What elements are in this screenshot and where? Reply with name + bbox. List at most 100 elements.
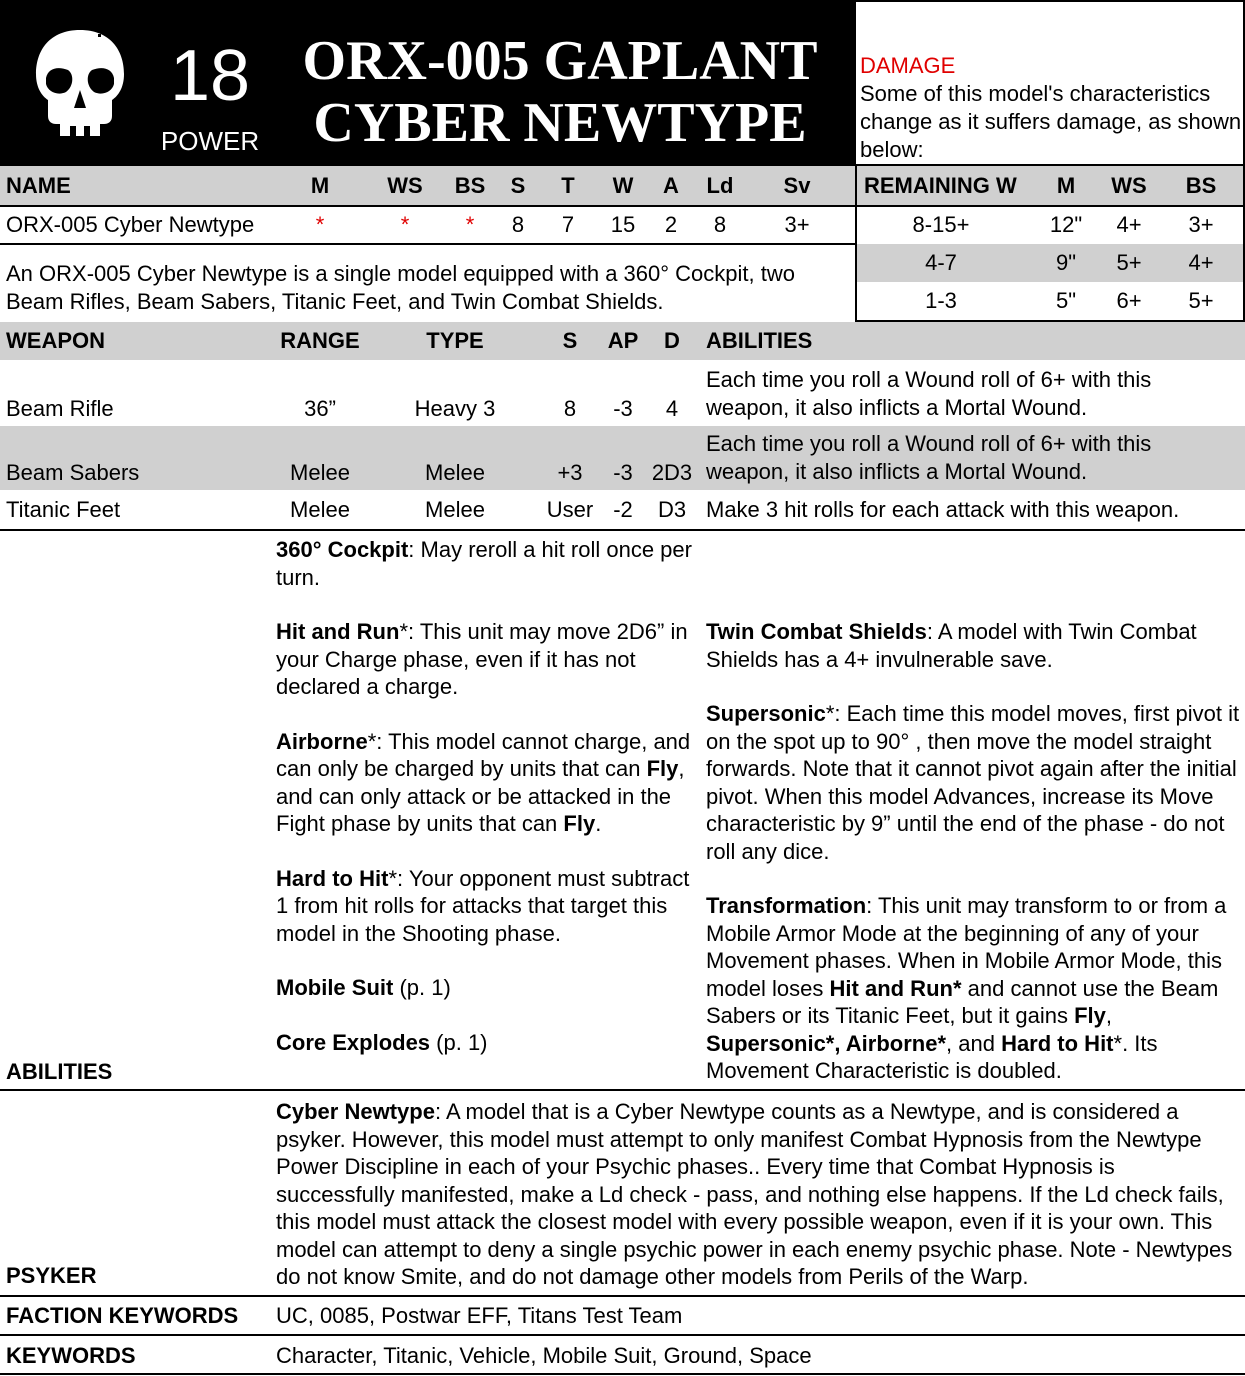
stats-header-name: NAME [6, 173, 71, 198]
weapon-range: 36” [304, 396, 336, 421]
title-line-2: CYBER NEWTYPE [313, 92, 807, 154]
divider [0, 529, 1245, 531]
weapon-header-row: WEAPON RANGE TYPE S AP D ABILITIES [0, 322, 1245, 360]
damage-remaining: 1-3 [925, 288, 957, 313]
ability-mobile-suit: Mobile Suit (p. 1) [276, 974, 696, 1002]
damage-header-ws: WS [1111, 173, 1147, 198]
stats-header-bs: BS [454, 173, 486, 198]
ability-transformation: Transformation: This unit may transform … [706, 892, 1240, 1085]
keyword-fly: Fly [563, 811, 596, 836]
stats-ws: * [400, 212, 410, 237]
keyword-hard-to-hit: Hard to Hit [1001, 1030, 1114, 1056]
damage-bs: 5+ [1188, 288, 1214, 313]
divider [0, 1373, 1245, 1375]
stats-name: ORX-005 Cyber Newtype [6, 212, 255, 237]
keywords-value: Character, Titanic, Vehicle, Mobile Suit… [276, 1343, 812, 1368]
damage-ws: 5+ [1116, 250, 1142, 275]
ability-name: Transformation [706, 893, 867, 918]
abilities-left-column: 360° Cockpit: May reroll a hit roll once… [276, 536, 696, 1056]
weapon-abilities: Each time you roll a Wound roll of 6+ wi… [706, 430, 1236, 485]
weapon-header-s: S [562, 328, 578, 353]
damage-header-bs: BS [1185, 173, 1217, 198]
weapon-abilities-line: weapon, it also inflicts a Mortal Wound. [706, 394, 1088, 420]
abilities-label: ABILITIES [6, 1059, 113, 1084]
weapon-type: Melee [425, 497, 485, 522]
weapon-ap: -3 [613, 460, 633, 485]
damage-bs: 4+ [1188, 250, 1214, 275]
weapon-header-ap: AP [607, 328, 639, 353]
divider [0, 1295, 1245, 1297]
weapon-abilities: Each time you roll a Wound roll of 6+ wi… [706, 366, 1236, 421]
weapon-s: +3 [557, 460, 583, 485]
divider [0, 1089, 1245, 1091]
weapon-name: Titanic Feet [6, 497, 121, 522]
weapon-header-weapon: WEAPON [6, 328, 105, 353]
faction-keywords-label: FACTION KEYWORDS [6, 1303, 239, 1328]
weapon-abilities-line: Each time you roll a Wound roll of 6+ wi… [706, 431, 1152, 456]
weapon-type: Melee [425, 460, 485, 485]
stats-header-s: S [510, 173, 526, 198]
ability-hit-and-run: Hit and Run*: This unit may move 2D6” in… [276, 618, 696, 701]
keyword-fly: Fly [646, 756, 679, 781]
damage-header-row: REMAINING W M WS BS [856, 166, 1245, 206]
damage-row: 4-7 9" 5+ 4+ [856, 244, 1245, 282]
damage-text: Some of this model's characteristics cha… [860, 81, 1242, 162]
ability-supersonic: Supersonic*: Each time this model moves,… [706, 700, 1240, 865]
damage-row: 8-15+ 12" 4+ 3+ [856, 206, 1245, 244]
damage-row: 1-3 5" 6+ 5+ [856, 282, 1245, 320]
stats-a: 2 [664, 212, 678, 237]
weapon-header-range: RANGE [280, 328, 360, 353]
skull-icon [36, 28, 124, 136]
stats-header-t: T [561, 173, 575, 198]
divider [0, 205, 856, 207]
damage-remaining: 4-7 [925, 250, 957, 275]
weapon-name: Beam Sabers [6, 460, 140, 485]
damage-m: 5" [1055, 288, 1077, 313]
ability-name: Mobile Suit [276, 975, 394, 1000]
weapon-name: Beam Rifle [6, 396, 114, 421]
weapon-ap: -3 [613, 396, 633, 421]
power-value: 18 [169, 36, 251, 116]
ability-name: Supersonic [706, 701, 826, 726]
weapon-d: D3 [657, 497, 687, 522]
power-label: POWER [160, 126, 260, 156]
ability-cockpit: 360° Cockpit: May reroll a hit roll once… [276, 536, 696, 591]
stats-header-row: NAME M WS BS S T W A Ld Sv [0, 166, 856, 206]
stats-header-w: W [612, 173, 634, 198]
weapon-row: Titanic Feet Melee Melee User -2 D3 Make… [0, 492, 1245, 528]
ability-text: . [595, 811, 602, 836]
psyker-text: Cyber Newtype: A model that is a Cyber N… [276, 1098, 1238, 1291]
damage-note: DAMAGE Some of this model's characterist… [856, 0, 1245, 166]
psyker-label: PSYKER [6, 1263, 97, 1288]
unit-description: An ORX-005 Cyber Newtype is a single mod… [6, 261, 795, 314]
ability-text: , [1105, 1003, 1112, 1028]
ability-airborne: Airborne*: This model cannot charge, and… [276, 728, 696, 838]
unit-title: ORX-005 GAPLANT CYBER NEWTYPE [280, 30, 840, 154]
divider [856, 205, 1245, 207]
keyword-supersonic-airborne: Supersonic*, Airborne* [706, 1030, 947, 1056]
stats-header-m: M [310, 173, 330, 198]
weapon-row: Beam Rifle 36” Heavy 3 8 -3 4 Each time … [0, 362, 1245, 426]
weapon-d: 2D3 [651, 460, 693, 485]
stats-header-ws: WS [387, 173, 423, 198]
faction-keywords-value: UC, 0085, Postwar EFF, Titans Test Team [276, 1303, 683, 1328]
stats-s: 8 [511, 212, 525, 237]
keyword-fly: Fly [1074, 1003, 1106, 1028]
weapon-abilities: Make 3 hit rolls for each attack with th… [706, 497, 1180, 522]
stats-t: 7 [561, 212, 575, 237]
weapon-s: 8 [563, 396, 577, 421]
ability-name: Airborne [276, 728, 368, 754]
weapon-abilities-line: weapon, it also inflicts a Mortal Wound. [706, 458, 1088, 484]
keywords-label: KEYWORDS [6, 1343, 136, 1368]
stats-m: * [315, 212, 325, 237]
psyker-description: : A model that is a Cyber Newtype counts… [276, 1099, 1233, 1289]
weapon-header-d: D [664, 328, 680, 353]
abilities-right-column: Twin Combat Shields: A model with Twin C… [706, 618, 1240, 1085]
stats-row: ORX-005 Cyber Newtype * * * 8 7 15 2 8 3… [0, 206, 856, 244]
title-line-1: ORX-005 GAPLANT [302, 30, 818, 92]
ability-core-explodes: Core Explodes (p. 1) [276, 1029, 696, 1057]
ability-text: (p. 1) [393, 975, 451, 1000]
weapon-range: Melee [290, 497, 350, 522]
weapon-type: Heavy 3 [414, 396, 496, 421]
damage-title: DAMAGE [860, 53, 956, 78]
